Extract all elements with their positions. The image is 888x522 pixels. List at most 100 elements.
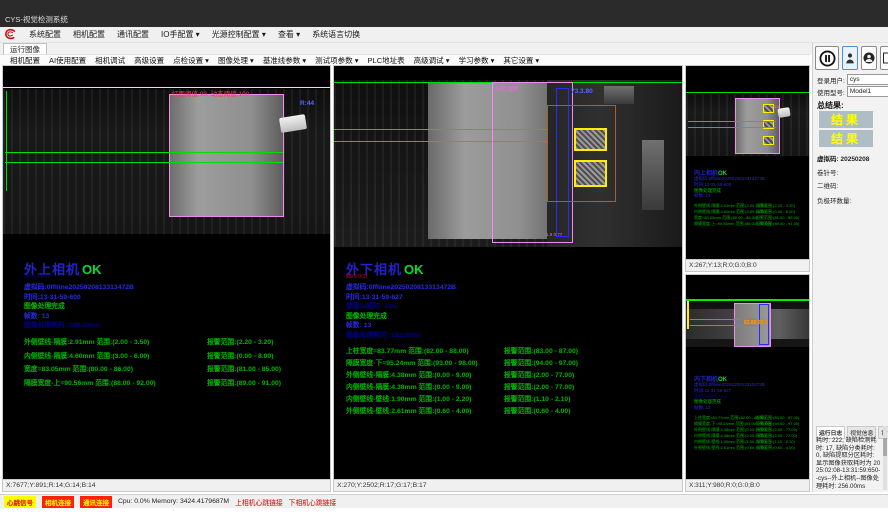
model-value[interactable]: Model1 <box>847 86 888 97</box>
pixel-coords-bar: X:7677;Y:891;R:14;G:14;B:14 <box>3 479 330 491</box>
measurement-row: 内侧壁线-隔膜:4.38mm 范围:(0.00 - 9.00) 报警范围:(2.… <box>346 382 578 394</box>
menu-bar: 系统配置 相机配置 通讯配置 IO手配置 ▾ 光源控制配置 ▾ 查看 ▾ 系统语… <box>0 27 888 43</box>
center-camera-panel: AI检测框 73.3.80 1.9 0.77 外下相机OK MES:0(1) 虚… <box>333 65 683 492</box>
comm-connect-badge: 通讯连接 <box>80 496 112 508</box>
alarm-range: 报警范围:(2.20 - 3.20) <box>207 336 281 350</box>
login-user-value[interactable]: cys <box>847 74 888 85</box>
menu-item-language-switch[interactable]: 系统语言切换 <box>312 29 360 40</box>
pause-icon <box>819 50 836 67</box>
result-subtext: MES_BCTT <box>24 274 51 280</box>
left-camera-image[interactable]: 灯面阈值:93, 动态阈值:100 R:44 <box>3 89 330 234</box>
lower-camera-heartbeat-link[interactable]: 下相机心跳链接 <box>289 497 337 507</box>
menu-item-system-config[interactable]: 系统配置 <box>29 29 61 40</box>
measurement-value: 外侧壁线-隔膜:4.38mm 范围:(0.00 - 9.00) <box>346 370 504 382</box>
measurement-list: 外侧壁线-隔膜:2.91mm 范围:(2.00 - 3.50) 报警范围:(2.… <box>694 203 799 227</box>
result-lines: 虚拟码:0ffliine2025020813313472B时间:13-31-59… <box>346 283 456 340</box>
measurement-list: 外侧壁线-隔膜:2.91mm 范围:(2.00 - 3.50) 报警范围:(2.… <box>24 336 281 390</box>
toolbar-item[interactable]: 点检设置 ▾ <box>173 55 209 66</box>
alarm-range: 报警范围:(0.60 - 4.00) <box>504 406 578 418</box>
upper-camera-heartbeat-link[interactable]: 上相机心跳链接 <box>235 497 283 507</box>
thumb-bottom-image[interactable]: 82.85 93.2 <box>686 301 809 347</box>
log-text: 耗时: 222, 缺陷检测耗时: 17, 缺陷分类耗时: 0, 缺陷提取分区耗时… <box>816 437 881 490</box>
toolbar-item[interactable]: 相机调试 <box>95 55 125 66</box>
toolbar-item[interactable]: 高级调试 ▾ <box>414 55 450 66</box>
user-icon <box>845 51 855 65</box>
control-buttons <box>815 46 888 70</box>
result-line: 帧数: 13 <box>694 193 765 199</box>
menu-item-view[interactable]: 查看 ▾ <box>278 29 300 40</box>
thumb-top-image[interactable]: 82.8 <box>686 94 809 156</box>
measurement-value: 外侧壁线-隔膜:2.91mm 范围:(2.00 - 3.50) <box>24 336 207 350</box>
scrollbar-thumb[interactable] <box>883 438 887 456</box>
menu-item-camera-config[interactable]: 相机配置 <box>73 29 105 40</box>
result-status: OK <box>82 262 102 277</box>
result-subtext: MES:0(1) <box>346 274 367 280</box>
measurement-value: 隔膜宽度-上=90.56mm 范围:(88.00 - 92.00) <box>694 221 756 227</box>
result-line: 虚拟码:0ffliine2025020813313472B <box>694 382 765 388</box>
blue-value-overlay: 73.3.80 <box>571 88 593 95</box>
green-reference-line <box>686 92 809 93</box>
title-bar: CYS-视觉检测系统 <box>0 0 888 27</box>
toolbar-item[interactable]: 学习参数 ▾ <box>458 55 494 66</box>
heartbeat-badge: 心跳信号 <box>4 496 36 508</box>
result-line: 时间:13-31-59-627 <box>346 293 456 303</box>
alarm-range: 报警范围:(89.00 - 91.00) <box>756 221 799 227</box>
green-measure-line <box>5 152 283 153</box>
orange-value-overlay: 82.8 <box>772 104 780 109</box>
result-line: 帧数: 13 <box>346 321 456 331</box>
center-camera-image[interactable]: AI检测框 73.3.80 1.9 0.77 <box>334 80 682 247</box>
model-label: 使用型号: <box>817 87 845 97</box>
status-bar: 心跳信号 相机连接 通讯连接 Cpu: 0.0% Memory: 3424.41… <box>0 494 888 508</box>
measurement-row: 外侧壁线-隔膜:4.38mm 范围:(0.00 - 9.00) 报警范围:(2.… <box>346 370 578 382</box>
green-measure-line <box>688 121 776 122</box>
orange-value-overlay: 82.85 93.2 <box>744 320 768 326</box>
brown-roi-box <box>547 105 616 202</box>
log-scrollbar[interactable] <box>883 426 887 490</box>
measurement-value: 内侧壁线-隔膜:4.60mm 范围:(3.00 - 6.00) <box>24 350 207 364</box>
menu-item-io-config[interactable]: IO手配置 ▾ <box>161 29 200 40</box>
pixel-coords-bar: X:267;Y:13;R:0;G:0;B:0 <box>686 259 809 271</box>
battery-cell-region <box>169 94 284 217</box>
alarm-range: 报警范围:(1.10 - 2.10) <box>504 394 578 406</box>
pixel-coords-bar: X:311;Y:980;R:0;G:0;B:0 <box>686 479 809 491</box>
toolbar-item[interactable]: 其它设置 ▾ <box>503 55 539 66</box>
pause-button[interactable] <box>815 46 839 70</box>
result-line: 帧数: 13 <box>24 312 134 322</box>
toolbar-item[interactable]: 基准线参数 ▾ <box>263 55 306 66</box>
toolbar-item[interactable]: AI使用配置 <box>49 55 86 66</box>
login-user-button[interactable] <box>842 46 858 70</box>
exit-button[interactable] <box>880 46 888 70</box>
measurement-value: 内侧壁线-隔膜:4.38mm 范围:(0.00 - 9.00) <box>346 382 504 394</box>
measurement-row: 外侧壁线-壁线:2.61mm 范围:(0.60 - 4.00) 报警范围:(0.… <box>694 445 799 451</box>
measurement-value: 宽度=83.05mm 范围:(80.00 - 86.00) <box>24 363 207 377</box>
alarm-range: 报警范围:(94.00 - 97.00) <box>504 358 578 370</box>
green-vline <box>6 91 7 191</box>
pin-number-label: 卷针号: <box>817 167 838 177</box>
app-window: CYS-视觉检测系统 系统配置 相机配置 通讯配置 IO手配置 ▾ 光源控制配置… <box>0 0 888 522</box>
toolbar-item[interactable]: 图像处理 ▾ <box>218 55 254 66</box>
left-camera-panel: 灯面阈值:93, 动态阈值:100 R:44 外上相机OK MES_BCTT 虚… <box>2 65 331 492</box>
toolbar-item[interactable]: 测试项参数 ▾ <box>315 55 358 66</box>
cpu-memory-text: Cpu: 0.0% Memory: 3424.4179687M <box>118 498 229 505</box>
measurement-row: 内侧壁线-隔膜:4.60mm 范围:(3.00 - 6.00) 报警范围:(0.… <box>24 350 281 364</box>
thumb-top-camera-panel: 82.8 内上相机OK 虚拟码:0ffliine2025020813313472… <box>685 65 810 272</box>
operator-button[interactable] <box>861 46 877 70</box>
pixel-coords-bar: X:270;Y:2502;R:17;G:17;B:17 <box>334 479 682 491</box>
window-title: CYS-视觉检测系统 <box>5 14 68 25</box>
toolbar-item[interactable]: 高级设置 <box>134 55 164 66</box>
tab-strip: 运行图像 <box>0 43 888 54</box>
result-lines: 虚拟码:0ffliine2025020813313472B时间:13-31-59… <box>694 382 765 411</box>
alarm-range: 报警范围:(2.00 - 77.00) <box>504 382 578 394</box>
measurement-list: 上柱宽度=83.77mm 范围:(82.00 - 88.00) 报警范围:(83… <box>346 346 578 418</box>
menu-item-light-config[interactable]: 光源控制配置 ▾ <box>212 29 266 40</box>
yellow-defect-box <box>763 136 774 145</box>
measurement-row: 上柱宽度=83.77mm 范围:(82.00 - 88.00) 报警范围:(83… <box>346 346 578 358</box>
toolbar-item[interactable]: PLC地址表 <box>368 55 405 66</box>
toolbar: 相机配置 AI使用配置相机调试高级设置点检设置 ▾ 图像处理 ▾ 基准线参数 ▾ 测试项… <box>0 54 810 65</box>
virtual-code-text: 虚拟码: 20250208 <box>817 153 869 163</box>
menu-item-comm-config[interactable]: 通讯配置 <box>117 29 149 40</box>
measurement-row: 内侧壁线-壁线:1.90mm 范围:(1.00 - 2.20) 报警范围:(1.… <box>346 394 578 406</box>
toolbar-item[interactable]: 相机配置 <box>10 55 40 66</box>
alarm-range: 报警范围:(83.00 - 87.00) <box>504 346 578 358</box>
metal-part <box>642 140 664 210</box>
